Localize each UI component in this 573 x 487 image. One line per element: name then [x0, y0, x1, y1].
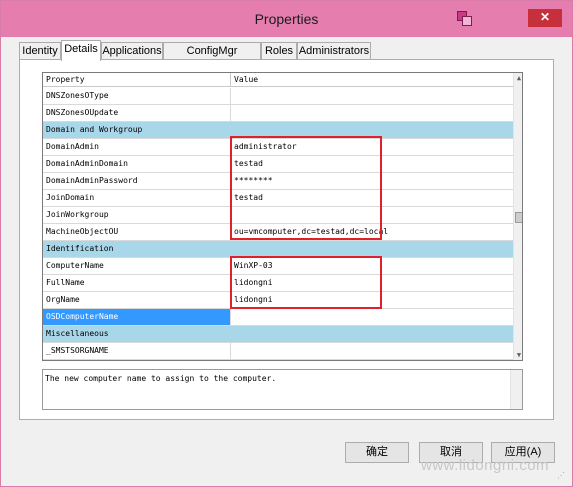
property-name: DNSZonesOUpdate — [43, 105, 231, 121]
property-row[interactable]: OrgName lidongni — [43, 292, 513, 309]
property-value — [231, 241, 513, 257]
property-value — [231, 122, 513, 138]
property-name: DomainAdminDomain — [43, 156, 231, 172]
property-name: JoinDomain — [43, 190, 231, 206]
close-button[interactable]: ✕ — [528, 9, 562, 27]
property-name: MachineObjectOU — [43, 224, 231, 240]
property-row[interactable]: DomainAdminDomain testad — [43, 156, 513, 173]
scroll-thumb[interactable] — [515, 212, 522, 223]
tab-administrators[interactable]: Administrators — [297, 42, 371, 60]
category-label: Identification — [46, 244, 114, 253]
property-row[interactable]: DNSZonesOUpdate — [43, 105, 513, 122]
tab-applications[interactable]: Applications — [101, 42, 163, 60]
property-row[interactable]: DomainAdmin administrator — [43, 139, 513, 156]
property-value — [231, 326, 513, 342]
property-value[interactable]: WinXP-03 — [231, 258, 513, 274]
property-value[interactable] — [231, 207, 513, 223]
property-name: DomainAdmin — [43, 139, 231, 155]
property-row[interactable]: DNSZonesOType — [43, 88, 513, 105]
property-value[interactable] — [231, 105, 513, 121]
description-box: The new computer name to assign to the c… — [42, 369, 523, 410]
property-row[interactable]: DomainAdminPassword ******** — [43, 173, 513, 190]
property-grid[interactable]: Property Value DNSZonesOType DNSZonesOUpd… — [42, 72, 523, 361]
ok-button[interactable]: 确定 — [345, 442, 409, 463]
category-row[interactable]: Miscellaneous — [43, 326, 513, 343]
watermark: www.lidongni.com — [421, 457, 550, 474]
property-value[interactable]: administrator — [231, 139, 513, 155]
property-row[interactable]: JoinWorkgroup — [43, 207, 513, 224]
property-name: DNSZonesOType — [43, 88, 231, 104]
property-name: OSDComputerName — [43, 309, 231, 325]
column-header-property[interactable]: Property — [43, 73, 231, 87]
grid-scrollbar[interactable]: ▲ ▼ — [513, 73, 522, 360]
category-label: Miscellaneous — [46, 329, 109, 338]
properties-app-icon — [457, 11, 473, 27]
property-name: ComputerName — [43, 258, 231, 274]
scroll-up-icon[interactable]: ▲ — [514, 73, 522, 83]
property-value[interactable] — [231, 88, 513, 104]
property-row[interactable]: OSDComputerName — [43, 309, 513, 326]
resize-grip-icon[interactable]: ⋰ — [557, 471, 567, 481]
property-value[interactable]: testad — [231, 190, 513, 206]
tab-configmgr-packages[interactable]: ConfigMgr Packages — [163, 42, 261, 73]
grid-header: Property Value — [43, 73, 513, 87]
category-row[interactable]: Domain and Workgroup — [43, 122, 513, 139]
description-scrollbar[interactable] — [510, 370, 522, 409]
window-title: Properties — [254, 11, 319, 27]
property-value[interactable]: lidongni — [231, 292, 513, 308]
description-text: The new computer name to assign to the c… — [45, 374, 277, 383]
tab-identity[interactable]: Identity — [19, 42, 61, 60]
category-label: Domain and Workgroup — [46, 125, 143, 134]
column-header-value[interactable]: Value — [231, 73, 513, 87]
property-value[interactable]: ******** — [231, 173, 513, 189]
property-name: JoinWorkgroup — [43, 207, 231, 223]
tab-roles[interactable]: Roles — [261, 42, 297, 60]
property-value[interactable]: testad — [231, 156, 513, 172]
details-panel: Property Value DNSZonesOType DNSZonesOUpd… — [19, 59, 554, 420]
tab-details[interactable]: Details — [61, 40, 101, 61]
property-name: FullName — [43, 275, 231, 291]
property-name: _SMSTSORGNAME — [43, 343, 231, 359]
properties-window: Properties ✕ Identity Details Applicatio… — [0, 0, 573, 487]
property-name: OrgName — [43, 292, 231, 308]
property-row[interactable]: MachineObjectOU ou=vmcomputer,dc=testad,d… — [43, 224, 513, 241]
property-value[interactable] — [231, 309, 513, 325]
scroll-down-icon[interactable]: ▼ — [514, 350, 522, 360]
property-name: DomainAdminPassword — [43, 173, 231, 189]
property-row[interactable]: _SMSTSORGNAME — [43, 343, 513, 360]
category-row[interactable]: Identification — [43, 241, 513, 258]
property-value[interactable] — [231, 343, 513, 359]
property-row[interactable]: ComputerName WinXP-03 — [43, 258, 513, 275]
property-value[interactable]: lidongni — [231, 275, 513, 291]
title-bar[interactable]: Properties ✕ — [1, 1, 572, 37]
property-value[interactable]: ou=vmcomputer,dc=testad,dc=local — [231, 224, 513, 240]
property-row[interactable]: JoinDomain testad — [43, 190, 513, 207]
property-row[interactable]: FullName lidongni — [43, 275, 513, 292]
